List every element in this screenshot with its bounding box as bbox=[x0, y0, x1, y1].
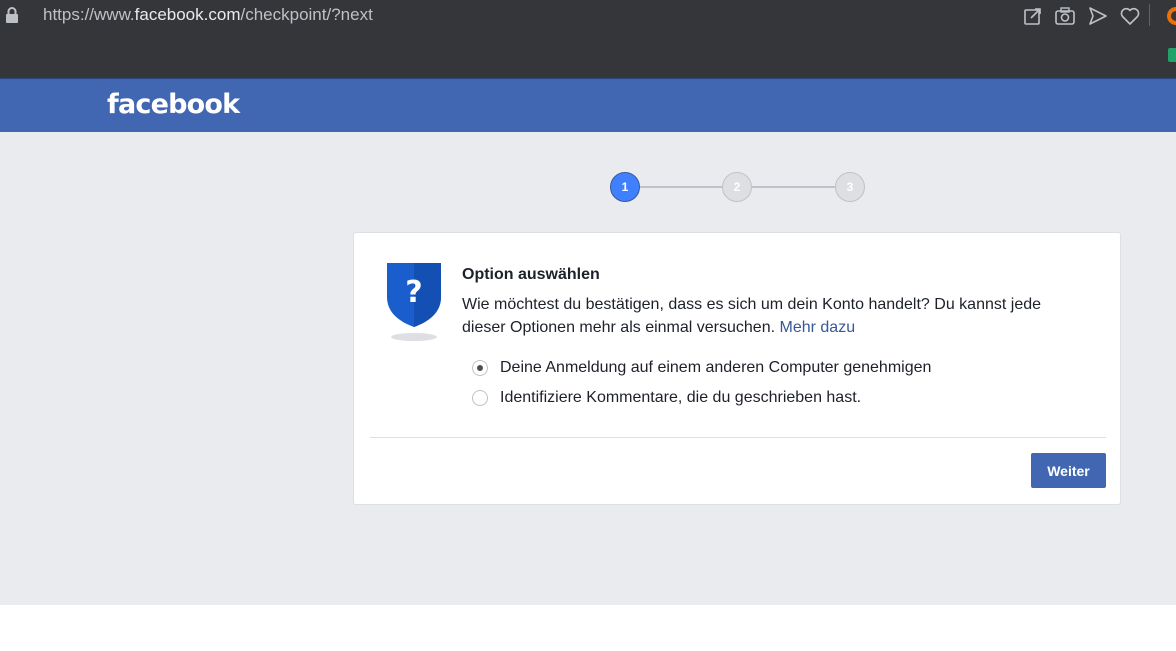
radio-button[interactable] bbox=[472, 390, 488, 406]
continue-button[interactable]: Weiter bbox=[1031, 453, 1106, 488]
url-text[interactable]: https://www.facebook.com/checkpoint/?nex… bbox=[43, 5, 373, 25]
share-icon[interactable] bbox=[1022, 5, 1044, 27]
option-approve-login[interactable]: Deine Anmeldung auf einem anderen Comput… bbox=[472, 353, 931, 383]
page-content: 1 2 3 ? Option auswählen Wie möchtest du… bbox=[0, 132, 1176, 605]
option-identify-comments[interactable]: Identifiziere Kommentare, die du geschri… bbox=[472, 383, 931, 413]
browser-toolbar: https://www.facebook.com/checkpoint/?nex… bbox=[0, 0, 1176, 78]
card-divider bbox=[370, 437, 1106, 438]
step-2: 2 bbox=[722, 172, 752, 202]
extension-icon[interactable] bbox=[1163, 5, 1176, 27]
question-shield-icon: ? bbox=[387, 263, 441, 341]
step-connector bbox=[751, 186, 836, 188]
description-text: Wie möchtest du bestätigen, dass es sich… bbox=[462, 296, 1042, 336]
url-prefix: https://www. bbox=[43, 5, 135, 24]
url-path: /checkpoint/?next bbox=[240, 5, 373, 24]
step-connector bbox=[639, 186, 723, 188]
extension-badge-icon[interactable] bbox=[1166, 46, 1176, 64]
option-label[interactable]: Identifiziere Kommentare, die du geschri… bbox=[500, 389, 861, 407]
step-3: 3 bbox=[835, 172, 865, 202]
camera-icon[interactable] bbox=[1054, 5, 1076, 27]
card-title: Option auswählen bbox=[462, 266, 600, 283]
verification-options: Deine Anmeldung auf einem anderen Comput… bbox=[472, 353, 931, 413]
card-description: Wie möchtest du bestätigen, dass es sich… bbox=[462, 293, 1082, 339]
heart-icon[interactable] bbox=[1119, 5, 1141, 27]
progress-stepper: 1 2 3 bbox=[0, 132, 1176, 212]
lock-icon[interactable] bbox=[5, 7, 19, 23]
address-bar[interactable]: https://www.facebook.com/checkpoint/?nex… bbox=[0, 0, 1176, 32]
verification-card: ? Option auswählen Wie möchtest du bestä… bbox=[353, 232, 1121, 505]
facebook-header: facebook bbox=[0, 78, 1176, 132]
step-1: 1 bbox=[610, 172, 640, 202]
facebook-logo[interactable]: facebook bbox=[107, 89, 240, 120]
radio-selected-dot bbox=[477, 365, 483, 371]
toolbar-divider bbox=[1149, 4, 1150, 26]
send-icon[interactable] bbox=[1087, 5, 1109, 27]
learn-more-link[interactable]: Mehr dazu bbox=[780, 319, 856, 336]
svg-text:?: ? bbox=[405, 275, 422, 310]
url-host: facebook.com bbox=[134, 5, 241, 24]
option-label[interactable]: Deine Anmeldung auf einem anderen Comput… bbox=[500, 359, 931, 377]
radio-button[interactable] bbox=[472, 360, 488, 376]
